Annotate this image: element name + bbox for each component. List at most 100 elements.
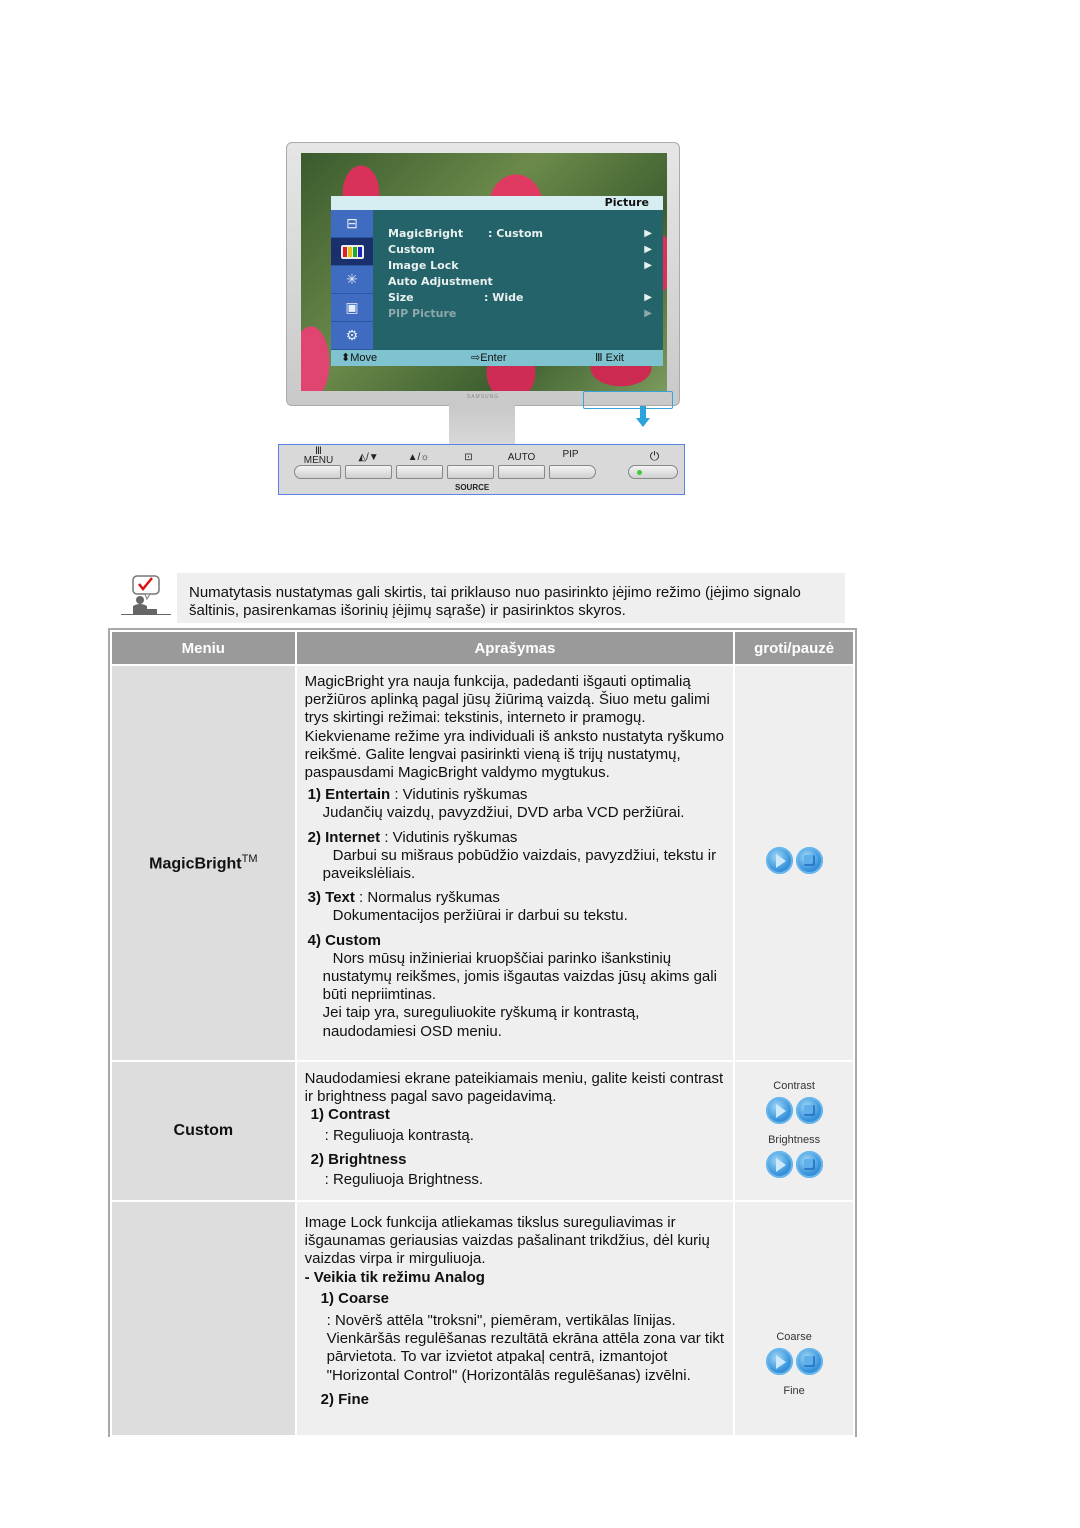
mode-text: 3) Text : Normalus ryškumas <box>305 889 726 907</box>
osd-sidebar: ⊟ ✳ ▣ ⚙ <box>331 210 373 350</box>
osd-item-label: PIP Picture <box>388 307 457 320</box>
table-header-row: Meniu Aprašymas groti/pauzė <box>112 632 853 664</box>
item-summary: : Normalus ryškumas <box>354 889 500 907</box>
item-name: Coarse <box>338 1289 389 1307</box>
play-pause-controls-brightness <box>765 1151 823 1178</box>
item-number: 2) <box>320 1390 334 1408</box>
play-pause-controls-contrast <box>765 1097 823 1124</box>
intro-text: Image Lock funkcija atliekamas tikslus s… <box>304 1214 710 1268</box>
item-coarse: 1) Coarse <box>305 1290 726 1308</box>
power-button[interactable] <box>628 465 678 479</box>
enter-source-button[interactable] <box>447 465 494 479</box>
header-description: Aprašymas <box>296 632 734 664</box>
table-row-image-lock: Image Lock funkcija atliekamas tikslus s… <box>112 1202 853 1435</box>
item-name: Contrast <box>328 1106 390 1124</box>
stop-button-icon[interactable] <box>795 847 823 874</box>
header-play-pause: groti/pauzė <box>735 632 853 664</box>
osd-footer-exit: Ⅲ Exit <box>595 352 624 364</box>
item-number: 1) <box>320 1289 334 1307</box>
pip-window-icon: ▣ <box>331 294 373 322</box>
magicbright-down-button[interactable] <box>345 465 392 479</box>
monitor-stand <box>449 405 515 445</box>
item-contrast-detail: : Reguliuoja kontrastą. <box>324 1126 474 1144</box>
stop-button-icon[interactable] <box>795 1097 823 1124</box>
up-brightness-label: ▲/☼ <box>407 452 430 463</box>
auto-button[interactable] <box>498 465 545 479</box>
source-label: SOURCE <box>455 483 490 492</box>
description-cell: Image Lock funkcija atliekamas tikslus s… <box>296 1202 734 1435</box>
item-number: 1) <box>307 786 321 804</box>
osd-item-label: Custom <box>388 243 435 256</box>
mode-custom: 4) Custom <box>305 932 726 950</box>
mode-entertain: 1) Entertain : Vidutinis ryškumas <box>305 786 726 804</box>
osd-item-label: Auto Adjustment <box>388 275 493 288</box>
item-name: Brightness <box>328 1150 407 1168</box>
osd-item-value: : Custom <box>488 227 543 240</box>
table-row-custom: Custom Naudodamiesi ekrane pateikiamais … <box>112 1062 853 1200</box>
color-bars-icon <box>331 238 373 266</box>
item-name: Custom <box>325 931 381 949</box>
caption-brightness: Brightness <box>768 1134 821 1146</box>
control-panel: Ⅲ MENU ◭/▼ ▲/☼ ⊡ AUTO PIP ⏻ SOURCE <box>278 444 685 495</box>
stop-button-icon[interactable] <box>795 1348 823 1375</box>
osd-item-label: Image Lock <box>388 259 459 272</box>
arrow-right-icon: ▶ <box>644 244 652 255</box>
item-summary: : Vidutinis ryškumas <box>390 786 528 804</box>
play-button-icon[interactable] <box>765 1097 793 1124</box>
osd-item-size: Size: Wide ▶ <box>388 290 652 306</box>
arrow-down-icon <box>636 406 650 430</box>
menu-cell <box>112 1202 295 1435</box>
equalizer-icon: ⚙ <box>331 322 373 350</box>
mode-internet-detail: Darbui su mišraus pobūdžio vaizdais, pav… <box>322 846 717 883</box>
description-cell: Naudodamiesi ekrane pateikiamais meniu, … <box>296 1062 734 1200</box>
menu-description-table: Meniu Aprašymas groti/pauzė MagicBrightT… <box>108 628 857 1437</box>
menu-cell: MagicBrightTM <box>112 666 295 1060</box>
osd-item-label: MagicBright <box>388 227 464 240</box>
osd-footer-enter: ⇨Enter <box>471 352 507 364</box>
analog-only-note: - Veikia tik režimu Analog <box>304 1268 485 1286</box>
mode-internet: 2) Internet : Vidutinis ryškumas <box>305 829 726 847</box>
item-number: 2) <box>310 1150 324 1168</box>
play-pause-cell: Coarse Fine <box>735 1202 853 1435</box>
play-button-icon[interactable] <box>765 1151 793 1178</box>
note-person-check-icon <box>121 575 171 615</box>
item-contrast: 1) Contrast <box>305 1106 726 1124</box>
mode-entertain-detail: Judančių vaizdų, pavyzdžiui, DVD arba VC… <box>322 804 685 822</box>
osd-item-pip-picture: PIP Picture ▶ <box>388 306 652 322</box>
menu-name: Custom <box>173 1122 234 1139</box>
osd-title-bar: Picture <box>331 196 663 210</box>
item-coarse-detail: : Novērš attēla "troksni", piemēram, ver… <box>326 1312 725 1384</box>
osd-item-value: : Wide <box>484 291 524 304</box>
arrow-right-icon: ▶ <box>644 308 652 319</box>
pip-button[interactable] <box>549 465 596 479</box>
item-number: 4) <box>307 931 321 949</box>
stop-button-icon[interactable] <box>795 1151 823 1178</box>
menu-button[interactable] <box>294 465 341 479</box>
monitor-screen: Picture ⊟ ✳ ▣ ⚙ MagicBright : Custom ▶ Cus… <box>301 153 667 391</box>
osd-item-magicbright: MagicBright : Custom ▶ <box>388 226 652 242</box>
item-name: Internet <box>325 828 381 846</box>
magic-wand-icon: ✳ <box>331 266 373 294</box>
osd-menu: Picture ⊟ ✳ ▣ ⚙ MagicBright : Custom ▶ Cus… <box>331 196 663 366</box>
magicbright-down-label: ◭/▼ <box>358 452 379 463</box>
play-button-icon[interactable] <box>765 847 793 874</box>
arrow-right-icon: ▶ <box>644 228 652 239</box>
up-brightness-button[interactable] <box>396 465 443 479</box>
mode-custom-detail: Nors mūsų inžinieriai kruopščiai parinko… <box>322 949 717 1004</box>
arrow-right-icon: ▶ <box>644 292 652 303</box>
power-icon: ⏻ <box>649 449 660 463</box>
note-box: Numatytasis nustatymas gali skirtis, tai… <box>177 573 845 623</box>
play-button-icon[interactable] <box>765 1348 793 1375</box>
intro-text: Naudodamiesi ekrane pateikiamais meniu, … <box>304 1070 724 1106</box>
mode-text-detail: Dokumentacijos peržiūrai ir darbui su te… <box>332 907 628 925</box>
item-brightness-detail: : Reguliuoja Brightness. <box>324 1171 484 1189</box>
item-number: 2) <box>307 828 321 846</box>
caption-contrast: Contrast <box>773 1080 815 1092</box>
trademark: TM <box>241 852 258 865</box>
button-area-highlight <box>583 391 673 409</box>
osd-item-image-lock: Image Lock ▶ <box>388 258 652 274</box>
description-cell: MagicBright yra nauja funkcija, padedant… <box>296 666 734 1060</box>
caption-coarse: Coarse <box>776 1331 812 1343</box>
intro-text: MagicBright yra nauja funkcija, padedant… <box>304 673 724 782</box>
osd-item-custom: Custom ▶ <box>388 242 652 258</box>
